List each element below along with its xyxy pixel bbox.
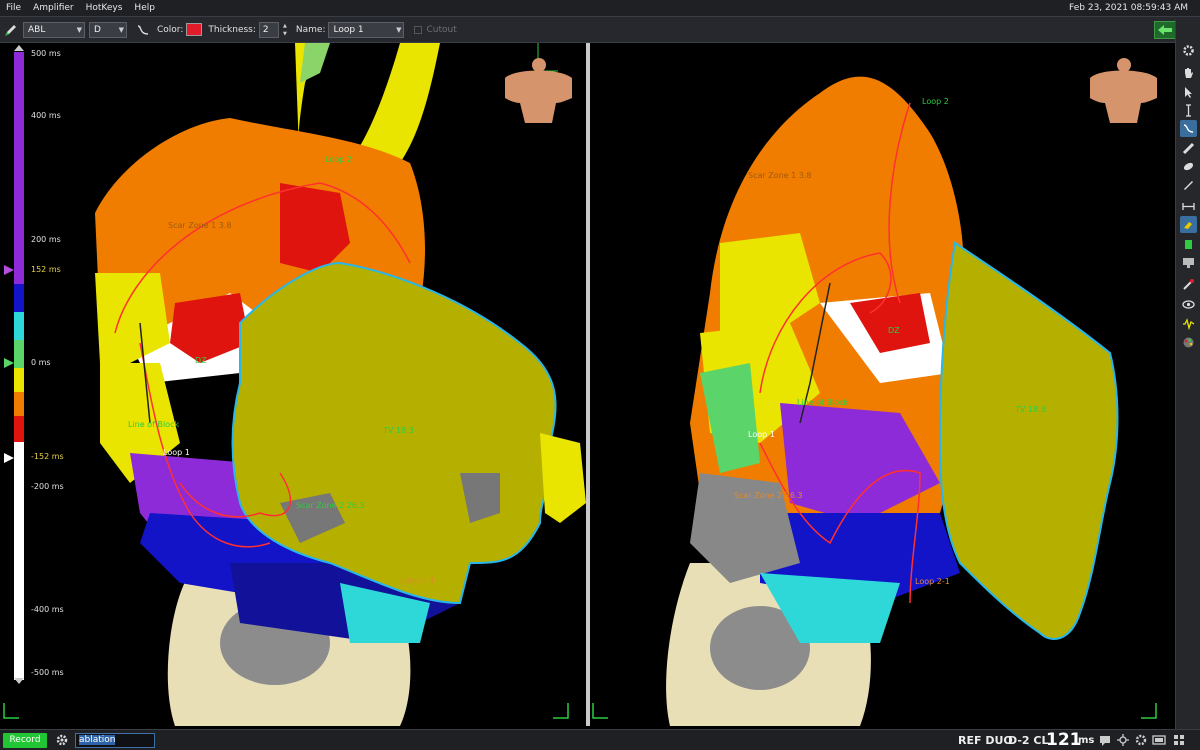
reference-status: REF DUO [958,734,1013,747]
color-swatch[interactable] [186,23,203,36]
crosshair-icon[interactable] [1116,733,1131,748]
annotation-label[interactable]: Scar Zone 2 26.3 [734,491,803,500]
color-label: Color: [157,24,184,35]
curve-tool-icon[interactable] [135,22,151,38]
tag-tool-icon[interactable] [1180,216,1197,233]
scale-bottom-handle[interactable] [14,677,24,684]
checkbox-icon [414,25,423,34]
pointer-icon[interactable] [1180,84,1197,101]
catheter-select[interactable]: ABL ▼ [23,21,85,38]
scale-zero-marker[interactable] [4,358,14,368]
cutout-label: Cutout [426,24,457,35]
draw-curve-icon[interactable] [1180,120,1197,137]
event-name-input-value: ablation [79,735,116,745]
probe-icon[interactable] [1180,276,1197,293]
chevron-down-icon: ▼ [118,25,124,34]
scale-label: 400 ms [31,111,61,120]
menu-help[interactable]: Help [128,0,161,17]
scale-upper-marker[interactable] [4,265,14,275]
channel-select[interactable]: D ▼ [89,21,127,38]
right-3d-map[interactable] [537,43,1157,726]
ruler-icon[interactable] [1180,140,1197,157]
pencil-icon[interactable] [3,22,19,38]
menu-bar: File Amplifier HotKeys Help Feb 23, 2021… [0,0,1200,17]
monitor-icon[interactable] [1152,733,1167,748]
name-label: Name: [295,24,326,35]
channel-select-value: D [94,24,101,35]
scale-label: -200 ms [31,482,64,491]
cycle-length-value: 121 [1046,730,1082,750]
settings-icon[interactable] [1134,733,1149,748]
drawing-toolbar: ABL ▼ D ▼ Color: Thickness: 2 ▲ ▼ Name: L… [0,17,1200,43]
back-button[interactable] [1154,21,1176,39]
right-toolbar [1175,20,1200,730]
chevron-down-icon: ▼ [396,25,402,34]
distance-icon[interactable] [1180,198,1197,215]
text-cursor-icon[interactable] [1180,102,1197,119]
annotation-label[interactable]: Line of Block [128,420,179,429]
annotation-label[interactable]: Scar Zone 2 26.3 [296,501,365,510]
scale-label: 200 ms [31,235,61,244]
bottom-status-bar: Record ablation REF DUO D-2 CL 121 ms [0,729,1200,750]
torso-orientation-icon[interactable] [1090,58,1157,123]
settings-gear-icon[interactable] [55,733,69,747]
gear-icon[interactable] [1180,42,1197,59]
menu-file[interactable]: File [0,0,27,17]
thickness-stepper[interactable]: 2 [258,21,279,38]
chat-icon[interactable] [1098,733,1113,748]
datetime-display: Feb 23, 2021 08:59:43 AM [1069,3,1188,13]
annotation-label[interactable]: Loop 1 [163,448,190,457]
waveform-icon[interactable] [1180,315,1197,332]
event-name-input[interactable]: ablation [75,733,155,748]
annotation-label[interactable]: DZ [195,356,207,365]
grid-icon[interactable] [1172,733,1187,748]
left-3d-map[interactable] [3,43,586,726]
view-divider[interactable] [586,43,590,726]
annotation-label[interactable]: DZ [888,326,900,335]
annotation-label[interactable]: Loop 1 [748,430,775,439]
scale-lower-marker[interactable] [4,453,14,463]
chevron-down-icon: ▼ [76,25,82,34]
annotation-label[interactable]: Scar Zone 1 3.8 [168,221,231,230]
menu-amplifier[interactable]: Amplifier [27,0,80,17]
name-select[interactable]: Loop 1 ▼ [328,21,405,38]
palette-icon[interactable] [1180,334,1197,351]
scale-label: 0 ms [31,358,51,367]
scale-label: -152 ms [31,452,64,461]
scale-top-handle[interactable] [14,44,24,51]
torso-orientation-icon[interactable] [505,58,572,123]
scale-label: -500 ms [31,668,64,677]
thickness-label: Thickness: [208,24,256,35]
annotation-label[interactable]: TV 18.3 [1015,405,1046,414]
catheter-icon[interactable] [1180,236,1197,253]
cycle-length-label: D-2 CL [1008,734,1049,747]
name-select-value: Loop 1 [333,24,364,35]
scale-label: -400 ms [31,605,64,614]
catheter-select-value: ABL [28,24,46,35]
cutout-checkbox[interactable]: Cutout [414,24,457,35]
arrow-left-icon [1158,25,1172,35]
brush-icon[interactable] [1180,176,1197,193]
display-icon[interactable] [1180,254,1197,271]
ellipse-tool-icon[interactable] [1180,158,1197,175]
annotation-label[interactable]: Loop 2 [325,155,352,164]
lat-color-scale[interactable] [12,52,26,680]
thickness-stepper-buttons[interactable]: ▲ ▼ [280,22,290,38]
eye-icon[interactable] [1180,296,1197,313]
hand-pan-icon[interactable] [1180,64,1197,81]
annotation-label[interactable]: Line of Block [797,398,848,407]
menu-hotkeys[interactable]: HotKeys [80,0,129,17]
scale-label: 152 ms [31,265,61,274]
annotation-label[interactable]: Scar Zone 1 3.8 [748,171,811,180]
annotation-label[interactable]: Loop 2-1 [915,577,950,586]
annotation-label[interactable]: Loop 2-1 [400,576,435,585]
annotation-label[interactable]: TV 18.3 [383,426,414,435]
record-button[interactable]: Record [3,733,47,748]
cycle-length-unit: ms [1078,735,1095,746]
scale-label: 500 ms [31,49,61,58]
annotation-label[interactable]: Loop 2 [922,97,949,106]
